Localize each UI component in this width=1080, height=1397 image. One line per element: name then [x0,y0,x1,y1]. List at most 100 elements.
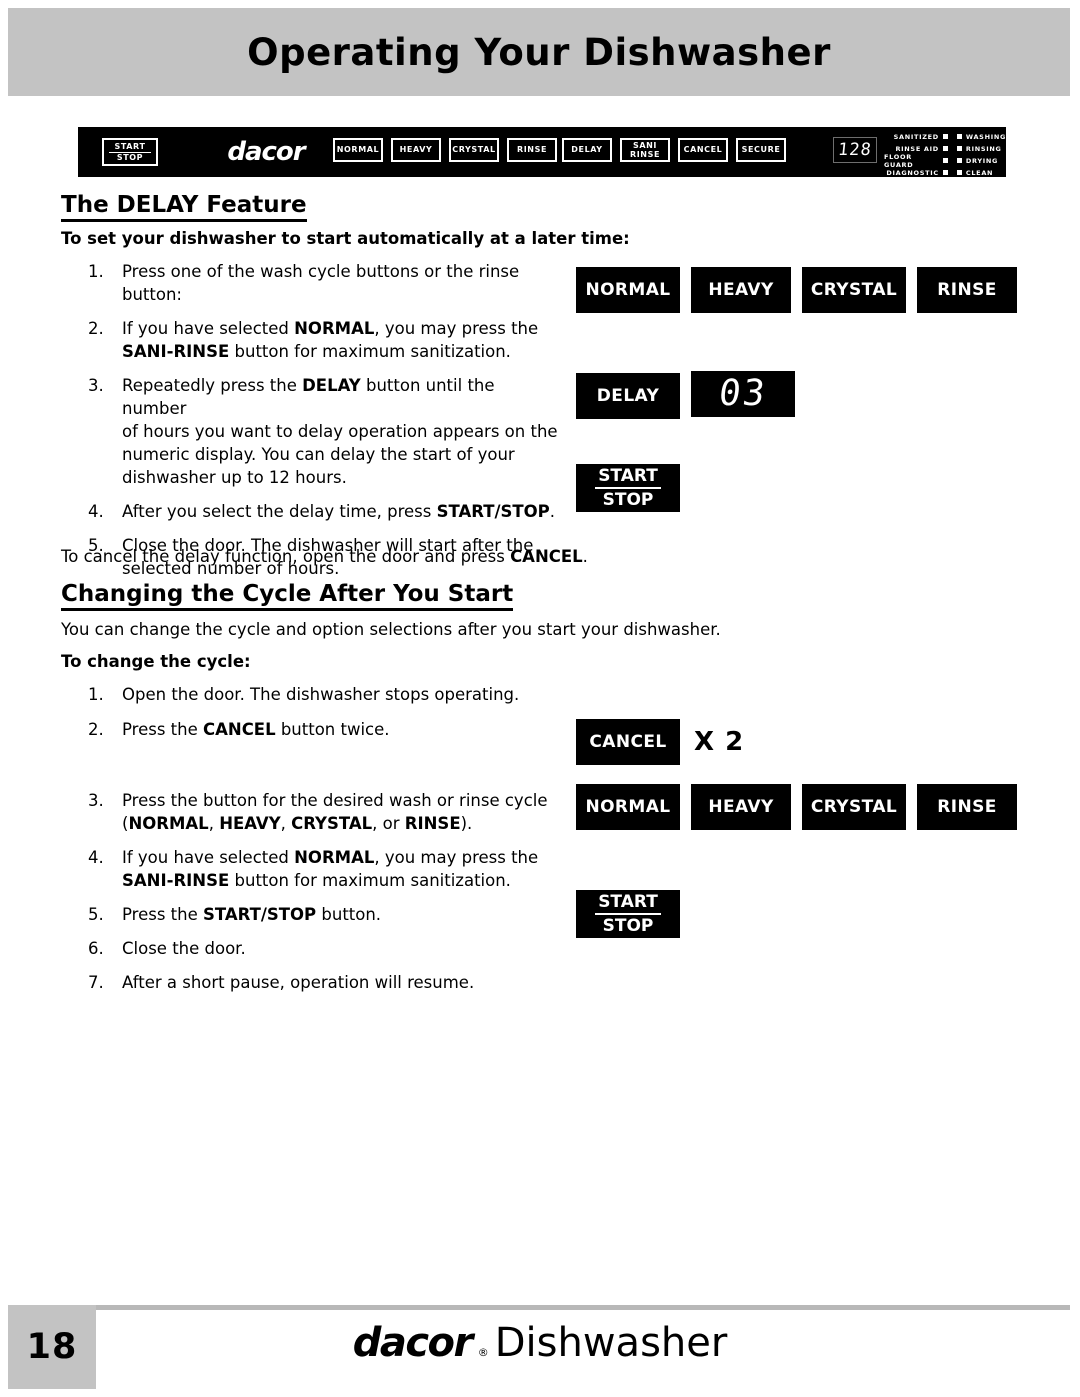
panel-button-delay[interactable]: DELAY [562,138,612,162]
section-heading-changing: Changing the Cycle After You Start [61,581,514,611]
section-delay-steps: 1. Press one of the wash cycle buttons or… [88,260,558,591]
list-item-line: After you select the delay time, press S… [122,502,555,521]
list-item-line: Press one of the wash cycle buttons or t… [122,262,520,281]
footer-divider [8,1305,1070,1310]
list-item-line: Repeatedly press the DELAY button until … [122,376,495,418]
list-item-text: Press one of the wash cycle buttons or t… [122,260,558,306]
panel-button-secure[interactable]: SECURE [736,138,786,162]
led-icon [956,146,962,151]
list-item: 1. Press one of the wash cycle buttons or… [88,260,558,306]
indicator-sanitized: SANITIZED [884,132,948,141]
illus-button-cancel-label: CANCEL [589,732,667,752]
list-item-line: SANI-RINSE button for maximum sanitizati… [122,871,511,890]
panel-button-cancel[interactable]: CANCEL [678,138,728,162]
list-item-line: After a short pause, operation will resu… [122,973,475,992]
panel-indicator-column-left: SANITIZED RINSE AID FLOOR GUARD DIAGNOST… [884,132,948,177]
panel-button-crystal[interactable]: CRYSTAL [449,138,499,162]
list-item: 6. Close the door. [88,937,558,960]
list-item-number: 5. [88,905,104,924]
list-item-line: numeric display. You can delay the start… [122,445,515,464]
panel-dacor-logo: dacor [227,137,305,167]
list-item-line: dishwasher up to 12 hours. [122,468,347,487]
section-delay-closing: To cancel the delay function, open the d… [61,547,588,566]
list-item: 2. Press the CANCEL button twice. [88,718,558,741]
list-item-line: Press the CANCEL button twice. [122,720,390,739]
panel-button-heavy[interactable]: HEAVY [391,138,441,162]
illus2-button-heavy-label: HEAVY [708,797,774,817]
panel-button-secure-label: SECURE [741,145,781,155]
panel-button-sani-label: SANI [632,140,658,150]
illustration-delay-cycle-buttons: NORMAL HEAVY CRYSTAL RINSE [576,267,1017,313]
led-icon [942,158,948,163]
led-icon [956,170,962,175]
list-item-line: Press the START/STOP button. [122,905,382,924]
list-item-number: 7. [88,973,104,992]
list-item-number: 1. [88,262,104,281]
panel-option-button-group: DELAY SANI RINSE CANCEL SECURE [562,138,786,162]
panel-button-cancel-label: CANCEL [683,145,723,155]
panel-numeric-display: 128 [833,137,877,163]
indicator-floor-guard: FLOOR GUARD [884,153,948,169]
indicator-diagnostic: DIAGNOSTIC [884,168,948,177]
illus2-button-crystal[interactable]: CRYSTAL [802,784,906,830]
list-item-text: Close the door. [122,937,558,960]
panel-button-sani-rinse[interactable]: SANI RINSE [620,138,670,162]
panel-button-normal-label: NORMAL [336,145,380,155]
indicator-drying-label: DRYING [965,156,999,165]
illus-button-cancel[interactable]: CANCEL [576,719,680,765]
page-header-band: Operating Your Dishwasher [8,8,1070,96]
list-item-line: of hours you want to delay operation app… [122,422,558,441]
list-item-text: Press the CANCEL button twice. [122,718,558,741]
list-item-text: Press the START/STOP button. [122,903,558,926]
list-item: 4. After you select the delay time, press… [88,500,558,523]
list-item-number: 3. [88,376,104,395]
list-item-number: 2. [88,720,104,739]
illus-delay-start-stop-button[interactable]: START STOP [576,464,680,512]
list-item-number: 6. [88,939,104,958]
illus-change-start-label: START [595,892,661,915]
list-item-text: If you have selected NORMAL, you may pre… [122,317,558,363]
led-icon [956,134,962,139]
list-item-line: Open the door. The dishwasher stops oper… [122,685,520,704]
illus2-button-heavy[interactable]: HEAVY [691,784,791,830]
panel-button-normal[interactable]: NORMAL [333,138,383,162]
illus-button-delay[interactable]: DELAY [576,373,680,419]
illus-change-start-stop-button[interactable]: START STOP [576,890,680,938]
list-item-number: 4. [88,502,104,521]
list-item-number: 3. [88,791,104,810]
illus-button-heavy[interactable]: HEAVY [691,267,791,313]
indicator-rinse-aid-label: RINSE AID [895,144,939,153]
illus-delay-stop-label: STOP [602,489,654,510]
panel-start-stop-button[interactable]: START STOP [102,138,158,166]
list-item-line: SANI-RINSE button for maximum sanitizati… [122,342,511,361]
illus2-button-rinse[interactable]: RINSE [917,784,1017,830]
list-item-line: If you have selected NORMAL, you may pre… [122,848,539,867]
list-item-line: Close the door. [122,939,246,958]
footer-product-name: Dishwasher [494,1320,728,1366]
list-item-line: Press the button for the desired wash or… [122,791,548,810]
list-item-text: Repeatedly press the DELAY button until … [122,374,558,489]
dishwasher-control-panel: START STOP dacor NORMAL HEAVY CRYSTAL RI… [78,127,1006,177]
illus-button-crystal[interactable]: CRYSTAL [802,267,906,313]
indicator-clean: CLEAN [956,168,1006,177]
list-item: 4. If you have selected NORMAL, you may p… [88,846,558,892]
led-icon [942,170,948,175]
illus-button-heavy-label: HEAVY [708,280,774,300]
illus-button-crystal-label: CRYSTAL [810,280,898,300]
indicator-rinsing: RINSING [956,144,1006,153]
panel-button-crystal-label: CRYSTAL [452,145,496,155]
indicator-diagnostic-label: DIAGNOSTIC [886,168,939,177]
illus-button-rinse[interactable]: RINSE [917,267,1017,313]
footer-brand: dacor ® Dishwasher [0,1320,1080,1366]
list-item-line: If you have selected NORMAL, you may pre… [122,319,539,338]
illus2-button-normal[interactable]: NORMAL [576,784,680,830]
led-icon [956,158,962,163]
panel-button-rinse[interactable]: RINSE [507,138,557,162]
indicator-rinsing-label: RINSING [965,144,1002,153]
led-icon [942,134,948,139]
list-item-line: (NORMAL, HEAVY, CRYSTAL, or RINSE). [122,814,473,833]
illus-change-stop-label: STOP [602,915,654,936]
illus-button-normal[interactable]: NORMAL [576,267,680,313]
list-item-text: Press the button for the desired wash or… [122,789,558,835]
list-item: 3. Repeatedly press the DELAY button unti… [88,374,558,489]
